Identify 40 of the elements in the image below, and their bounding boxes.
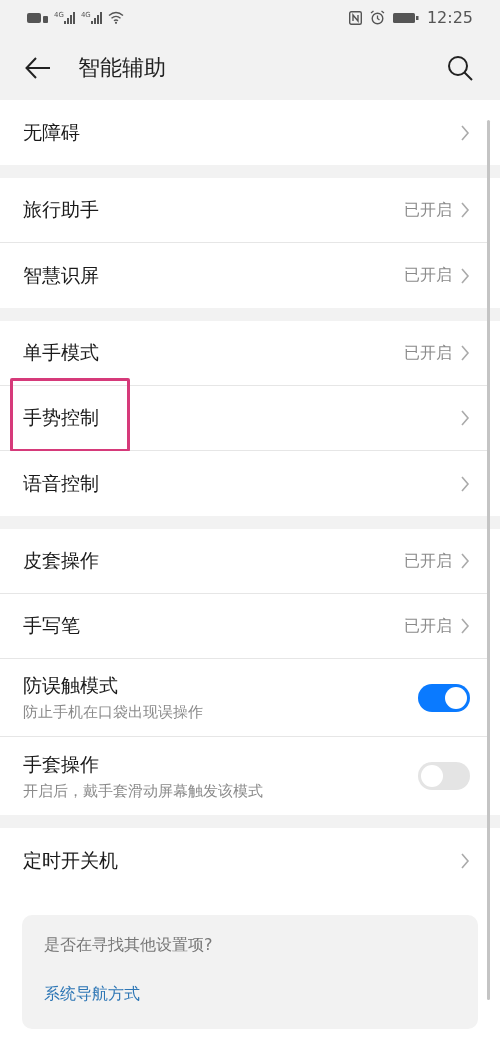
search-button[interactable]	[446, 53, 474, 82]
setting-label: 防误触模式	[23, 673, 119, 698]
setting-label: 手套操作	[23, 751, 100, 777]
setting-label: 智慧识屏	[23, 262, 100, 288]
setting-label: 单手模式	[23, 340, 100, 365]
chevron-icon	[460, 123, 470, 142]
signal-icon	[63, 11, 76, 24]
status-text: 已开启	[404, 199, 452, 221]
navigation-link[interactable]: 系统导航方式	[44, 984, 456, 1005]
chevron-icon	[460, 409, 470, 427]
setting-label: 旅行助手	[23, 197, 100, 222]
page-title: 智能辅助	[78, 53, 167, 82]
status-text: 已开启	[404, 265, 452, 286]
chevron-icon	[460, 344, 470, 362]
status-text: 已开启	[404, 615, 452, 637]
status-text: 已开启	[404, 342, 452, 364]
setting-description: 防止手机在口袋出现误操作	[23, 703, 204, 722]
toggle-switch[interactable]	[418, 762, 470, 790]
signal-icon	[90, 11, 103, 24]
battery-icon	[392, 11, 419, 24]
setting-label: 语音控制	[23, 470, 100, 496]
chevron-icon	[460, 201, 470, 219]
chevron-icon	[460, 552, 470, 570]
setting-label: 定时开关机	[23, 847, 119, 873]
setting-description: 开启后，戴手套滑动屏幕触发该模式	[23, 781, 264, 801]
nfc-icon	[348, 10, 362, 25]
toggle-switch[interactable]	[418, 683, 470, 712]
chevron-icon	[460, 617, 470, 635]
status-text: 已开启	[404, 550, 452, 572]
setting-label: 手写笔	[23, 613, 81, 638]
wifi-icon	[107, 11, 124, 24]
chevron-icon	[460, 266, 470, 285]
chevron-icon	[460, 851, 470, 870]
setting-label: 手势控制	[23, 405, 100, 430]
setting-label: 无障碍	[23, 119, 81, 145]
card-title: 是否在寻找其他设置项?	[44, 935, 214, 956]
setting-label: 皮套操作	[23, 548, 100, 573]
chevron-icon	[460, 474, 470, 493]
status-time: 12:25	[426, 8, 473, 27]
alarm-icon	[369, 10, 385, 25]
